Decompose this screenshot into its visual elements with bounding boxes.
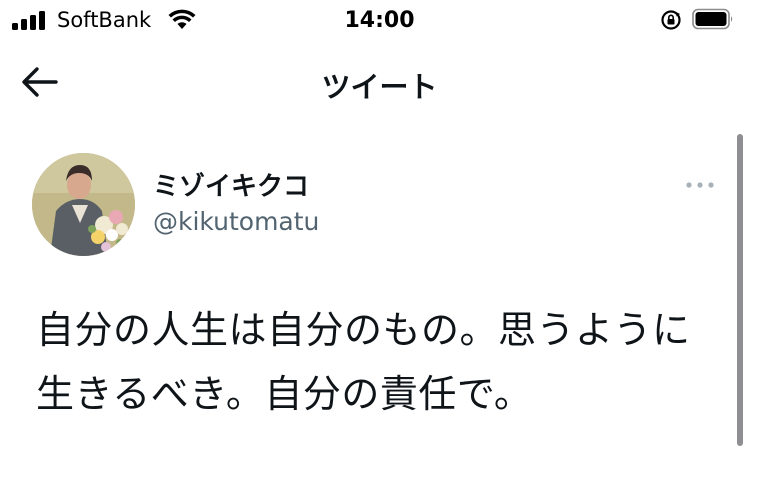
status-time: 14:00 [344, 8, 415, 33]
status-bar: SoftBank 14:00 [0, 0, 759, 42]
orientation-lock-icon [661, 10, 681, 30]
battery-icon [692, 8, 733, 30]
scrollbar[interactable] [737, 134, 743, 446]
more-options-icon[interactable] [684, 178, 716, 192]
avatar-photo [32, 153, 135, 256]
author-name[interactable]: ミゾイキクコ [153, 166, 309, 203]
avatar[interactable] [32, 153, 135, 256]
tweet-text: 自分の人生は自分のもの。思うように生きるべき。自分の責任で。 [36, 308, 691, 416]
page-title: ツイート [321, 70, 438, 104]
author-handle[interactable]: @kikutomatu [153, 207, 319, 236]
navigation-bar: ツイート [0, 42, 759, 122]
